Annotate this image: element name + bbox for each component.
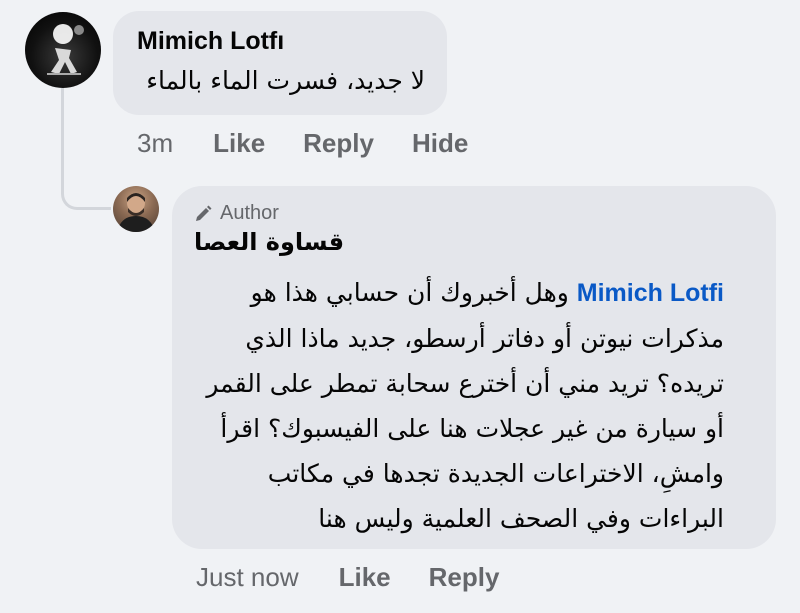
reply-thread-connector xyxy=(61,88,111,210)
reply-timestamp[interactable]: Just now xyxy=(196,562,299,593)
like-button[interactable]: Like xyxy=(213,128,265,159)
reply-text: Mimich Lotfi وهل أخبروك أن حسابي هذا هو … xyxy=(194,270,724,541)
reply-bubble: Author قساوة العصا Mimich Lotfi وهل أخبر… xyxy=(172,186,776,549)
pencil-icon xyxy=(196,205,212,221)
comment-author-name[interactable]: Mimich Lotfı xyxy=(137,27,284,56)
like-button[interactable]: Like xyxy=(339,562,391,593)
reply-text-content: وهل أخبروك أن حسابي هذا هو مذكرات نيوتن … xyxy=(206,278,724,533)
avatar-figure-icon xyxy=(47,24,84,75)
avatar-person-icon xyxy=(117,193,155,232)
comment-actions: 3m Like Reply Hide xyxy=(137,128,506,159)
reply-button[interactable]: Reply xyxy=(303,128,374,159)
commenter-avatar[interactable] xyxy=(25,12,101,88)
comment-timestamp[interactable]: 3m xyxy=(137,128,173,159)
hide-button[interactable]: Hide xyxy=(412,128,468,159)
reply-author-avatar[interactable] xyxy=(113,186,159,232)
comment-text: لا جديد، فسرت الماء بالماء xyxy=(146,66,425,95)
author-badge-label: Author xyxy=(220,202,279,224)
comment-bubble: Mimich Lotfı لا جديد، فسرت الماء بالماء xyxy=(113,11,447,115)
mention-link[interactable]: Mimich Lotfi xyxy=(577,279,724,307)
author-badge: Author xyxy=(194,202,279,225)
reply-author-name[interactable]: قساوة العصا xyxy=(194,228,344,256)
reply-actions: Just now Like Reply xyxy=(196,562,537,593)
reply-button[interactable]: Reply xyxy=(429,562,500,593)
